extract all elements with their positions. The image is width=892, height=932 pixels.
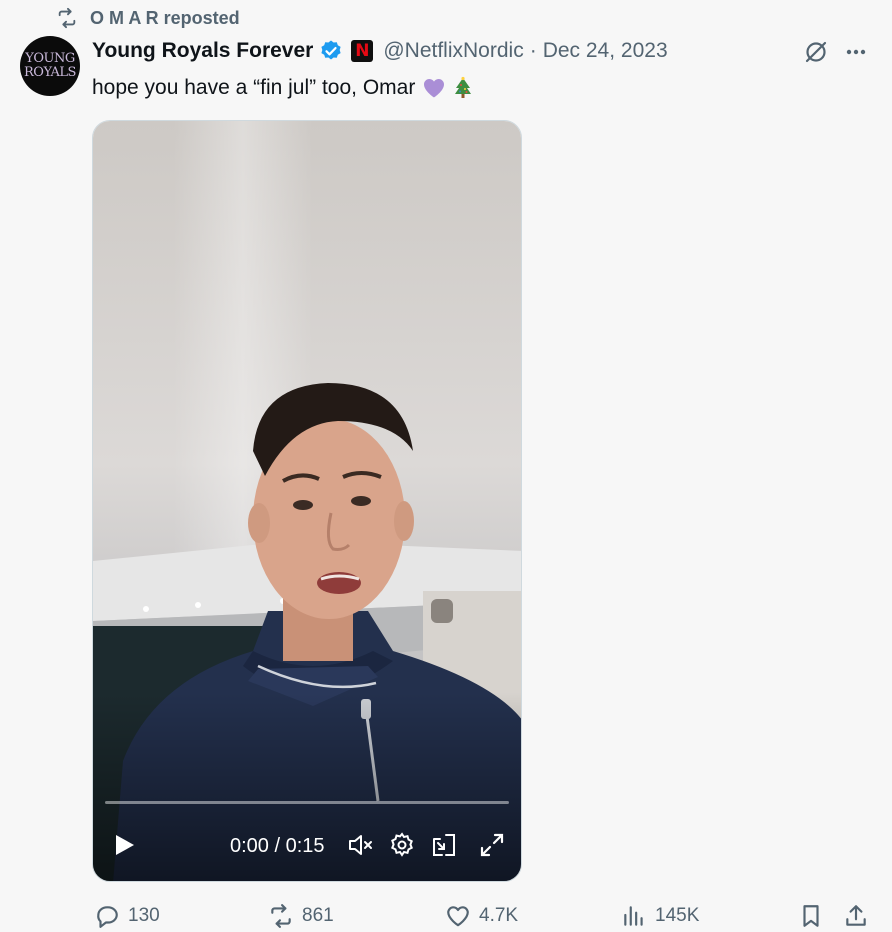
handle[interactable]: @NetflixNordic [383, 39, 523, 63]
purple-heart-icon [424, 79, 445, 98]
settings-icon[interactable] [388, 831, 416, 859]
tweet-header: Young Royals Forever N @NetflixNordic · … [92, 36, 668, 66]
video-progress-bar[interactable] [105, 801, 509, 804]
video-player[interactable]: 0:00 / 0:15 [92, 120, 522, 882]
share-icon [846, 905, 866, 926]
like-count: 4.7K [479, 905, 519, 926]
video-time: 0:00 / 0:15 [230, 835, 325, 857]
repost-count: 861 [302, 905, 334, 926]
views-button[interactable]: 145K [621, 900, 699, 932]
repost-icon [58, 7, 76, 29]
avatar[interactable]: YOUNG ROYALS [20, 36, 80, 96]
repost-indicator[interactable]: O M A R reposted [56, 7, 240, 29]
views-icon [624, 906, 643, 926]
mute-icon[interactable] [346, 831, 374, 859]
christmas-tree-icon [455, 76, 472, 98]
more-icon[interactable] [842, 38, 870, 66]
repost-button[interactable]: 861 [268, 900, 334, 932]
affiliate-letter: N [355, 41, 370, 61]
video-controls: 0:00 / 0:15 [93, 827, 521, 867]
tweet-actions: 130 861 4.7K 145K [0, 900, 892, 932]
reply-count: 130 [128, 905, 160, 926]
repost-label: O M A R reposted [90, 7, 240, 28]
views-count: 145K [655, 905, 700, 926]
bookmark-button[interactable] [798, 900, 824, 932]
verified-badge-icon[interactable] [319, 39, 343, 63]
video-frame [93, 121, 521, 881]
tweet-body: hope you have a “fin jul” too, Omar [92, 76, 416, 99]
like-icon [447, 906, 469, 927]
play-icon[interactable] [110, 831, 138, 859]
avatar-text-line2: ROYALS [24, 65, 76, 80]
fullscreen-icon[interactable] [478, 831, 506, 859]
display-name[interactable]: Young Royals Forever [92, 39, 313, 63]
pip-icon[interactable] [430, 831, 458, 859]
separator-dot: · [529, 39, 537, 62]
share-button[interactable] [843, 900, 869, 932]
post-date[interactable]: Dec 24, 2023 [543, 39, 668, 63]
repost-icon [271, 904, 291, 928]
bookmark-icon [803, 905, 819, 927]
netflix-logo-icon[interactable]: N [351, 40, 374, 62]
tweet-text: hope you have a “fin jul” too, Omar [92, 72, 475, 104]
avatar-text-line1: YOUNG [25, 51, 75, 66]
reply-icon [97, 906, 118, 928]
grok-icon[interactable] [802, 38, 830, 66]
like-button[interactable]: 4.7K [445, 900, 518, 932]
reply-button[interactable]: 130 [94, 900, 160, 932]
